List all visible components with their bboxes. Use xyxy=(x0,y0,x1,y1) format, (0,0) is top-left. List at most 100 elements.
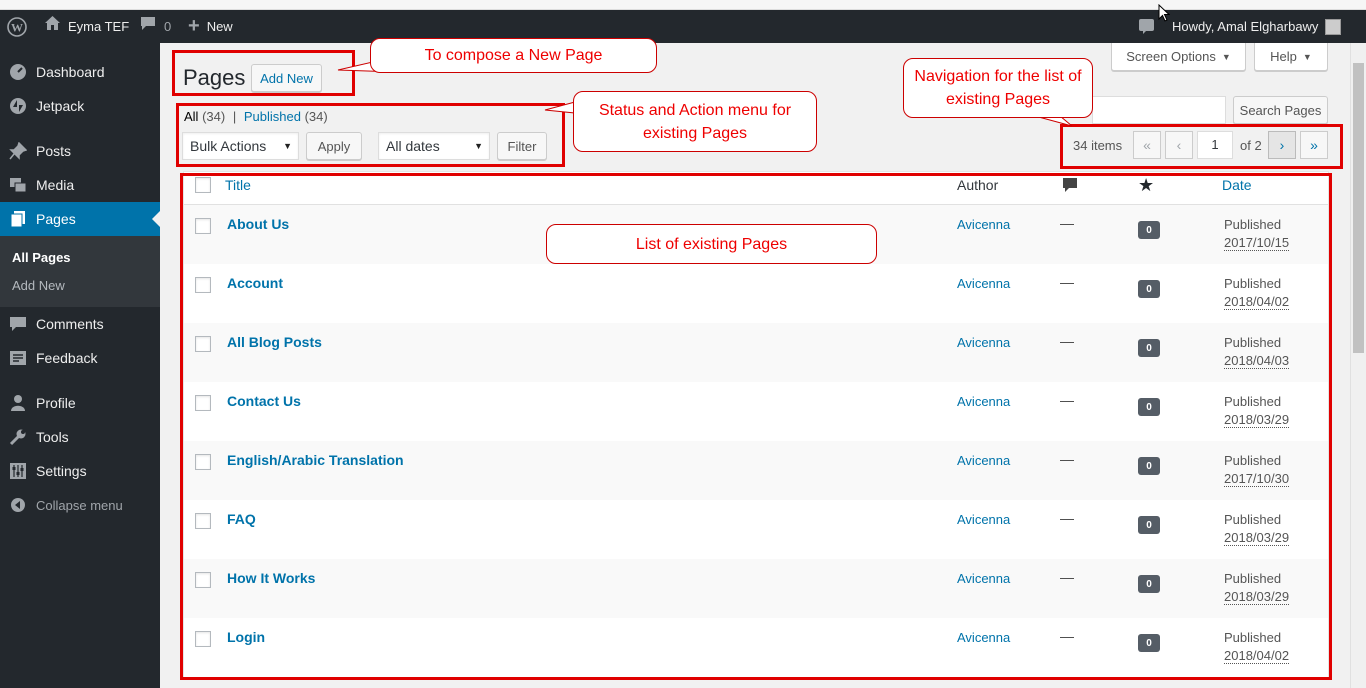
last-page-button[interactable]: » xyxy=(1300,131,1328,159)
svg-text:W: W xyxy=(11,20,23,34)
submenu-all-pages[interactable]: All Pages xyxy=(12,250,71,265)
comments-value: — xyxy=(1060,510,1074,526)
likes-badge: 0 xyxy=(1138,516,1160,534)
items-count: 34 items xyxy=(1073,138,1123,153)
pages-icon xyxy=(8,209,28,229)
comments-value: — xyxy=(1060,274,1074,290)
bulk-actions-select[interactable]: Bulk Actions ▼ xyxy=(182,132,299,160)
comments-link[interactable]: 0 xyxy=(140,10,171,43)
user-icon xyxy=(8,393,28,413)
screen-options-button[interactable]: Screen Options ▼ xyxy=(1111,43,1246,71)
first-page-button[interactable]: « xyxy=(1133,131,1161,159)
row-checkbox[interactable] xyxy=(195,631,211,647)
page-title-link[interactable]: All Blog Posts xyxy=(227,334,322,350)
comments-column-icon[interactable] xyxy=(1063,178,1077,196)
add-new-page-button[interactable]: Add New xyxy=(251,64,322,92)
likes-badge: 0 xyxy=(1138,221,1160,239)
jetpack-icon xyxy=(8,96,28,116)
row-checkbox[interactable] xyxy=(195,395,211,411)
page-title-link[interactable]: Contact Us xyxy=(227,393,301,409)
sidebar-item-comments[interactable]: Comments xyxy=(0,307,160,341)
collapse-menu-label: Collapse menu xyxy=(36,497,123,513)
row-checkbox[interactable] xyxy=(195,454,211,470)
page-title-link[interactable]: Account xyxy=(227,275,283,291)
sidebar-item-posts[interactable]: Posts xyxy=(0,134,160,168)
search-pages-button[interactable]: Search Pages xyxy=(1233,96,1328,124)
new-content-link[interactable]: + New xyxy=(188,10,233,43)
status-text: Published xyxy=(1224,217,1282,232)
column-date-header[interactable]: Date xyxy=(1222,177,1252,193)
page-title-link[interactable]: How It Works xyxy=(227,570,315,586)
scrollbar-thumb[interactable] xyxy=(1353,63,1364,353)
row-checkbox[interactable] xyxy=(195,277,211,293)
prev-page-button[interactable]: ‹ xyxy=(1165,131,1193,159)
date-text: 2018/04/02 xyxy=(1224,294,1290,310)
sidebar-item-jetpack[interactable]: Jetpack xyxy=(0,89,160,123)
status-text: Published xyxy=(1224,453,1282,468)
notifications-icon[interactable] xyxy=(1138,10,1155,43)
date-text: 2017/10/30 xyxy=(1224,471,1290,487)
filter-button[interactable]: Filter xyxy=(497,132,547,160)
total-pages: of 2 xyxy=(1240,138,1262,153)
author-link[interactable]: Avicenna xyxy=(957,630,1010,645)
select-all-checkbox[interactable] xyxy=(195,177,211,193)
row-checkbox[interactable] xyxy=(195,218,211,234)
comments-count: 0 xyxy=(164,19,172,34)
row-checkbox[interactable] xyxy=(195,513,211,529)
site-name-link[interactable]: Eyma TEF xyxy=(44,10,129,43)
sidebar-item-settings[interactable]: Settings xyxy=(0,454,160,488)
date-text: 2018/04/02 xyxy=(1224,648,1290,664)
comments-value: — xyxy=(1060,215,1074,231)
page-scrollbar[interactable] xyxy=(1350,43,1366,688)
column-author-header: Author xyxy=(957,177,999,193)
sidebar-item-feedback[interactable]: Feedback xyxy=(0,341,160,375)
likes-badge: 0 xyxy=(1138,457,1160,475)
sidebar-item-pages[interactable]: Pages xyxy=(0,202,160,236)
sidebar-item-tools[interactable]: Tools xyxy=(0,420,160,454)
sidebar-item-profile[interactable]: Profile xyxy=(0,386,160,420)
column-title-header[interactable]: Title xyxy=(225,177,251,193)
date-filter-select[interactable]: All dates ▼ xyxy=(378,132,490,160)
wrench-icon xyxy=(8,427,28,447)
sidebar-item-dashboard[interactable]: Dashboard xyxy=(0,55,160,89)
current-page-input[interactable]: 1 xyxy=(1197,131,1233,159)
submenu-add-new[interactable]: Add New xyxy=(12,278,65,293)
author-link[interactable]: Avicenna xyxy=(957,571,1010,586)
sidebar-item-label: Profile xyxy=(36,395,76,411)
wordpress-logo-icon[interactable]: W xyxy=(7,10,27,43)
author-link[interactable]: Avicenna xyxy=(957,335,1010,350)
dashboard-icon xyxy=(8,62,28,82)
likes-badge: 0 xyxy=(1138,280,1160,298)
collapse-icon xyxy=(8,495,28,515)
status-published-link[interactable]: Published xyxy=(244,109,301,124)
table-row: Login Avicenna — 0 Published 2018/04/02 xyxy=(184,618,1328,677)
help-button[interactable]: Help ▼ xyxy=(1254,43,1328,71)
author-link[interactable]: Avicenna xyxy=(957,512,1010,527)
status-all-link[interactable]: All xyxy=(184,109,198,124)
comment-bubble-icon xyxy=(140,10,156,43)
page-title-link[interactable]: About Us xyxy=(227,216,289,232)
apply-button[interactable]: Apply xyxy=(306,132,362,160)
select-arrow-icon: ▼ xyxy=(474,141,483,151)
current-menu-arrow xyxy=(152,211,160,227)
author-link[interactable]: Avicenna xyxy=(957,394,1010,409)
status-text: Published xyxy=(1224,512,1282,527)
page-title: Pages xyxy=(183,65,246,90)
author-link[interactable]: Avicenna xyxy=(957,217,1010,232)
callout-navigation: Navigation for the list of existing Page… xyxy=(903,58,1093,118)
page-title-link[interactable]: Login xyxy=(227,629,265,645)
author-link[interactable]: Avicenna xyxy=(957,453,1010,468)
row-checkbox[interactable] xyxy=(195,336,211,352)
status-filter-links: All (34) | Published (34) xyxy=(184,109,328,124)
collapse-menu[interactable]: Collapse menu xyxy=(0,488,160,522)
author-link[interactable]: Avicenna xyxy=(957,276,1010,291)
next-page-button[interactable]: › xyxy=(1268,131,1296,159)
star-icon[interactable]: ★ xyxy=(1138,175,1154,196)
search-input[interactable] xyxy=(1092,96,1226,124)
page-title-link[interactable]: English/Arabic Translation xyxy=(227,452,404,468)
account-menu[interactable]: Howdy, Amal Elgharbawy xyxy=(1172,10,1342,43)
sidebar-item-media[interactable]: Media xyxy=(0,168,160,202)
page-title-link[interactable]: FAQ xyxy=(227,511,256,527)
row-checkbox[interactable] xyxy=(195,572,211,588)
likes-badge: 0 xyxy=(1138,339,1160,357)
